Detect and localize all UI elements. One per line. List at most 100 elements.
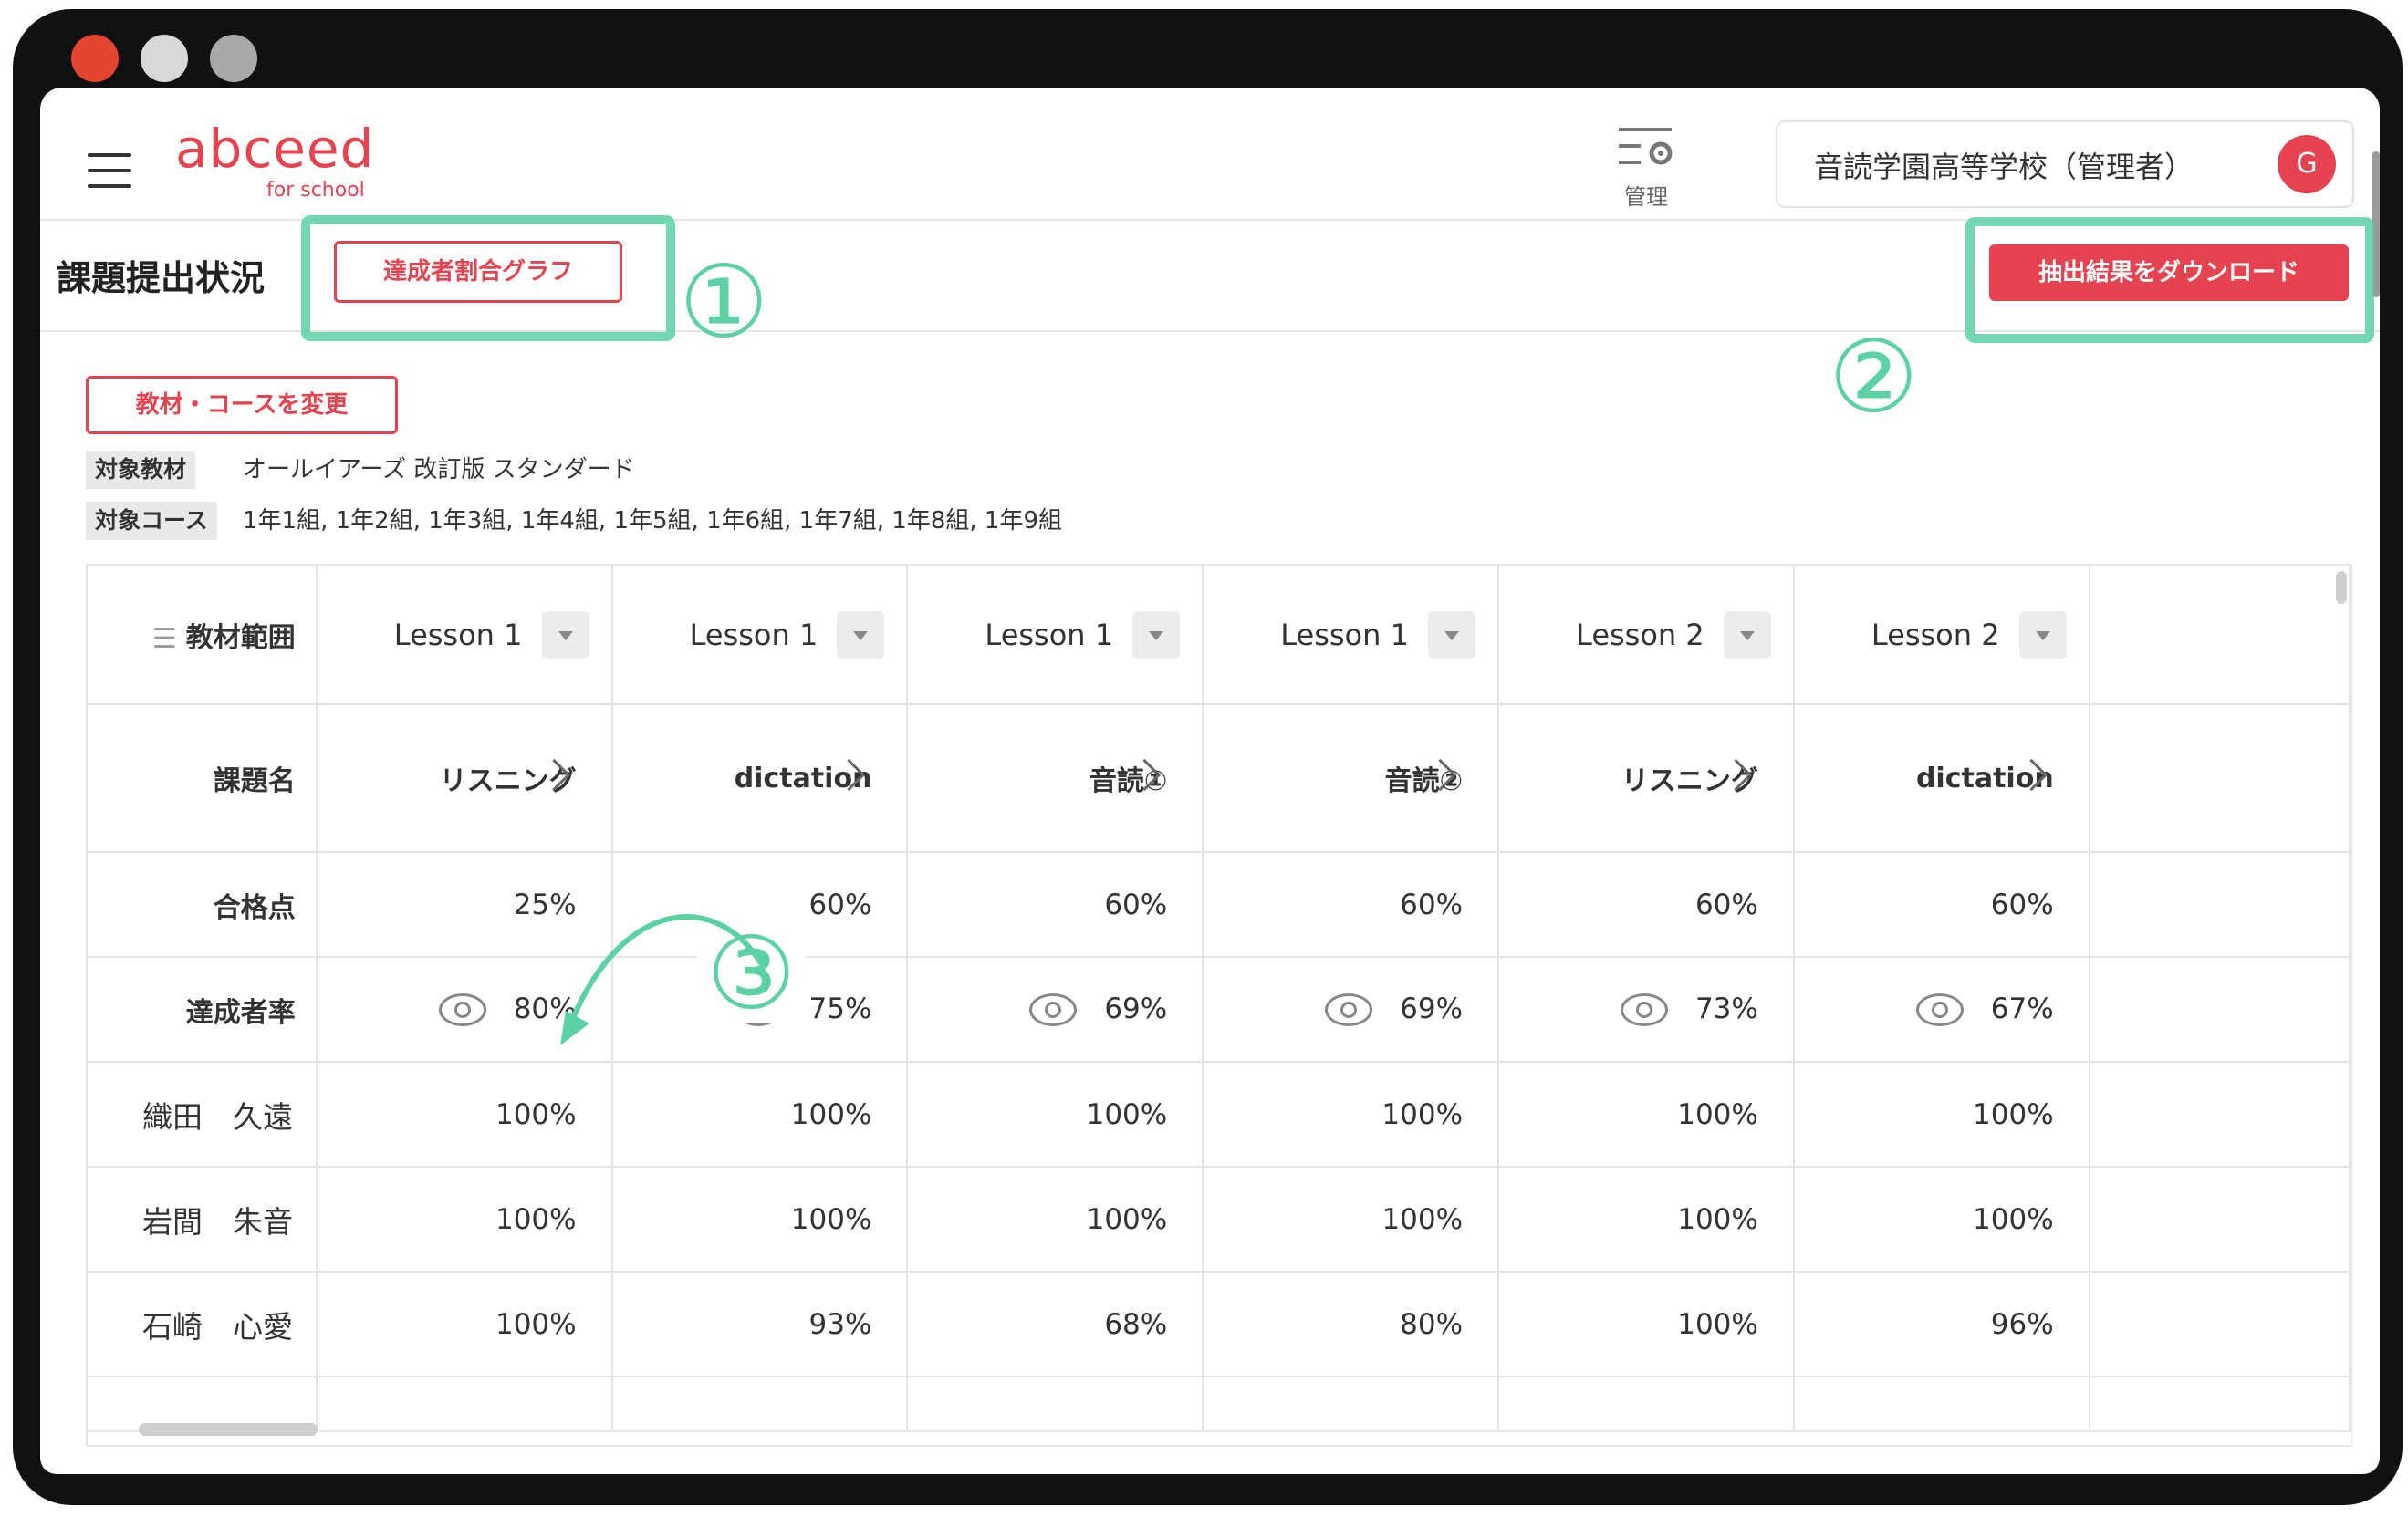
course-value: 1年1組, 1年2組, 1年3組, 1年4組, 1年5組, 1年6組, 1年7組… (243, 507, 1062, 535)
achievement-rate: 73% (1694, 992, 1758, 1025)
settings-list-icon (1619, 128, 1673, 165)
logo-text: abceed (175, 118, 375, 180)
lesson-cell: Lesson 1 (907, 566, 1204, 705)
eye-icon[interactable] (1325, 993, 1373, 1027)
student-score: 100% (316, 1167, 613, 1273)
empty-cell (1203, 1377, 1500, 1432)
achievement-rate: 69% (1400, 992, 1464, 1025)
lesson-dropdown-icon[interactable] (1723, 610, 1771, 659)
table-row: 課題名 リスニング dictation 音読① 音読② リスニング dictat… (88, 704, 2351, 853)
close-window-button[interactable] (71, 35, 119, 82)
table-row: 岩間 朱音 100% 100% 100% 100% 100% 100% (88, 1167, 2351, 1273)
pass-score: 60% (1203, 852, 1500, 958)
lesson-dropdown-icon[interactable] (1428, 610, 1476, 659)
lesson-cell: Lesson 2 (1793, 566, 2090, 705)
lesson-dropdown-icon[interactable] (2018, 610, 2067, 659)
empty-cell (1498, 1377, 1795, 1432)
lesson-label: Lesson 1 (985, 617, 1114, 652)
student-score: 100% (316, 1272, 613, 1377)
student-name: 織田 久遠 (88, 1062, 318, 1168)
empty-cell (611, 1377, 909, 1432)
material-tag: 対象教材 (86, 451, 196, 489)
user-account-menu[interactable]: 音読学園高等学校（管理者） G (1776, 120, 2354, 208)
minimize-window-button[interactable] (141, 35, 188, 82)
window-frame: abceed for school 管理 音読学園高等学校（管理者） G 課題提… (13, 9, 2403, 1505)
rate-cell: 73% (1498, 957, 1795, 1063)
task-cell[interactable]: リスニング (1498, 704, 1795, 853)
eye-icon[interactable] (438, 993, 486, 1027)
page-title: 課題提出状況 (57, 258, 266, 298)
lesson-label: Lesson 2 (1576, 617, 1704, 652)
student-score: 80% (1203, 1272, 1500, 1377)
pass-score: 60% (1793, 852, 2090, 958)
change-material-button[interactable]: 教材・コースを変更 (86, 376, 398, 434)
range-label-cell: ☰ 教材範囲 (88, 566, 318, 705)
table-row: 石崎 心愛 100% 93% 68% 80% 100% 96% (88, 1272, 2351, 1377)
horizontal-scrollbar[interactable] (139, 1423, 318, 1436)
student-score: 100% (611, 1167, 909, 1273)
rate-label: 達成者率 (88, 957, 318, 1063)
annotation-highlight (301, 215, 675, 341)
lesson-dropdown-icon[interactable] (837, 610, 885, 659)
avatar[interactable]: G (2278, 135, 2336, 193)
student-score: 100% (1498, 1062, 1795, 1168)
hamburger-menu-icon[interactable] (88, 153, 131, 188)
partial-column (2089, 1062, 2351, 1168)
task-label: 課題名 (88, 704, 318, 853)
app-screen: abceed for school 管理 音読学園高等学校（管理者） G 課題提… (40, 88, 2380, 1474)
student-score: 68% (907, 1272, 1204, 1377)
lesson-dropdown-icon[interactable] (541, 610, 589, 659)
achievement-rate: 69% (1104, 992, 1168, 1025)
student-score: 93% (611, 1272, 909, 1377)
partial-column (2089, 1272, 2351, 1377)
empty-cell (2089, 1377, 2351, 1432)
partial-column (2089, 566, 2351, 705)
app-header: abceed for school 管理 音読学園高等学校（管理者） G (40, 88, 2380, 297)
eye-icon[interactable] (1915, 993, 1964, 1027)
task-cell[interactable]: リスニング (316, 704, 613, 853)
student-score: 100% (1498, 1167, 1795, 1273)
task-cell[interactable]: dictation (1793, 704, 2090, 853)
admin-settings-button[interactable]: 管理 (1610, 124, 1683, 210)
lesson-cell: Lesson 1 (611, 566, 909, 705)
maximize-window-button[interactable] (210, 35, 257, 82)
logo[interactable]: abceed for school (175, 118, 375, 202)
eye-icon[interactable] (1620, 993, 1668, 1027)
task-cell[interactable]: dictation (611, 704, 909, 853)
lesson-cell: Lesson 2 (1498, 566, 1795, 705)
user-name: 音読学園高等学校（管理者） (1814, 150, 2194, 184)
student-score: 100% (907, 1167, 1204, 1273)
rate-cell: 67% (1793, 957, 2090, 1063)
vertical-scrollbar[interactable] (2336, 571, 2347, 604)
lesson-label: Lesson 1 (393, 617, 523, 652)
eye-icon[interactable] (1029, 993, 1078, 1027)
lesson-cell: Lesson 1 (316, 566, 613, 705)
achievement-rate: 75% (808, 992, 872, 1025)
partial-column (2089, 704, 2351, 853)
lesson-label: Lesson 2 (1871, 617, 2000, 652)
annotation-arrow-icon (560, 914, 764, 1045)
lesson-dropdown-icon[interactable] (1132, 610, 1181, 659)
task-cell[interactable]: 音読② (1203, 704, 1500, 853)
pass-score: 60% (907, 852, 1204, 958)
annotation-highlight (1965, 217, 2374, 343)
lesson-label: Lesson 1 (1280, 617, 1409, 652)
table-row (88, 1377, 2351, 1432)
pass-score: 60% (1498, 852, 1795, 958)
student-score: 100% (1498, 1272, 1795, 1377)
student-score: 100% (316, 1062, 613, 1168)
student-score: 100% (1203, 1062, 1500, 1168)
partial-column (2089, 957, 2351, 1063)
annotation-number: ① (679, 244, 769, 360)
partial-column (2089, 852, 2351, 958)
lesson-label: Lesson 1 (689, 617, 818, 652)
course-tag: 対象コース (86, 502, 217, 540)
table-row: 達成者率 80% 75% 69% 69% 73% 67% (88, 957, 2351, 1063)
student-score: 100% (1793, 1062, 2090, 1168)
partial-column (2089, 1167, 2351, 1273)
student-score: 100% (907, 1062, 1204, 1168)
rate-cell: 69% (907, 957, 1204, 1063)
rate-cell: 69% (1203, 957, 1500, 1063)
task-cell[interactable]: 音読① (907, 704, 1204, 853)
logo-subtext: for school (266, 179, 365, 202)
